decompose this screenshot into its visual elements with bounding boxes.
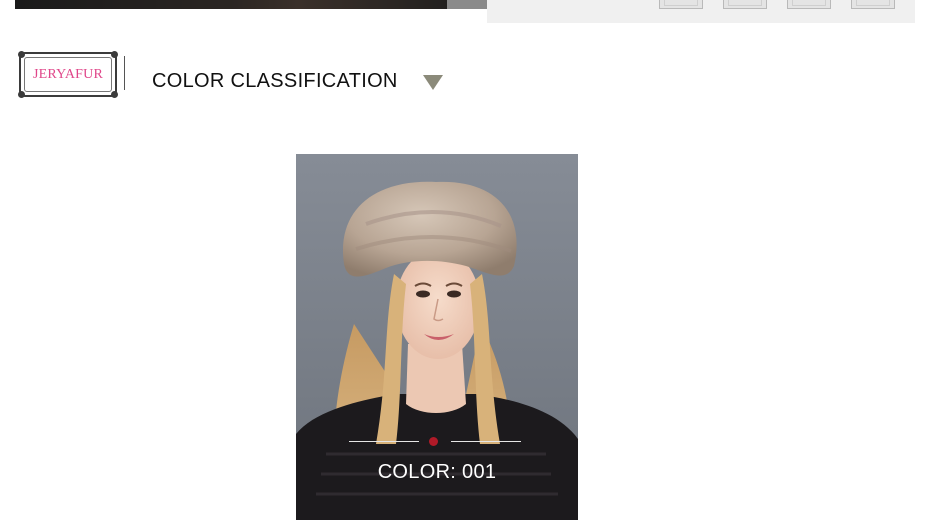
thumbnail-4[interactable]	[851, 0, 895, 9]
thumbnail-1[interactable]	[659, 0, 703, 9]
section-title: COLOR CLASSIFICATION	[152, 70, 398, 92]
previous-image-strip	[15, 0, 487, 9]
header-divider	[124, 56, 125, 90]
thumbnail-strip	[487, 0, 915, 23]
brand-logo: JERYAFUR	[18, 51, 118, 98]
triangle-down-icon	[423, 75, 443, 90]
decorative-line-right	[451, 441, 521, 442]
color-label: COLOR: 001	[377, 461, 497, 483]
decorative-dot	[429, 437, 438, 446]
product-photo[interactable]: COLOR: 001	[296, 154, 578, 520]
decorative-line-left	[349, 441, 419, 442]
thumbnail-3[interactable]	[787, 0, 831, 9]
logo-text: JERYAFUR	[32, 67, 104, 82]
thumbnail-2[interactable]	[723, 0, 767, 9]
